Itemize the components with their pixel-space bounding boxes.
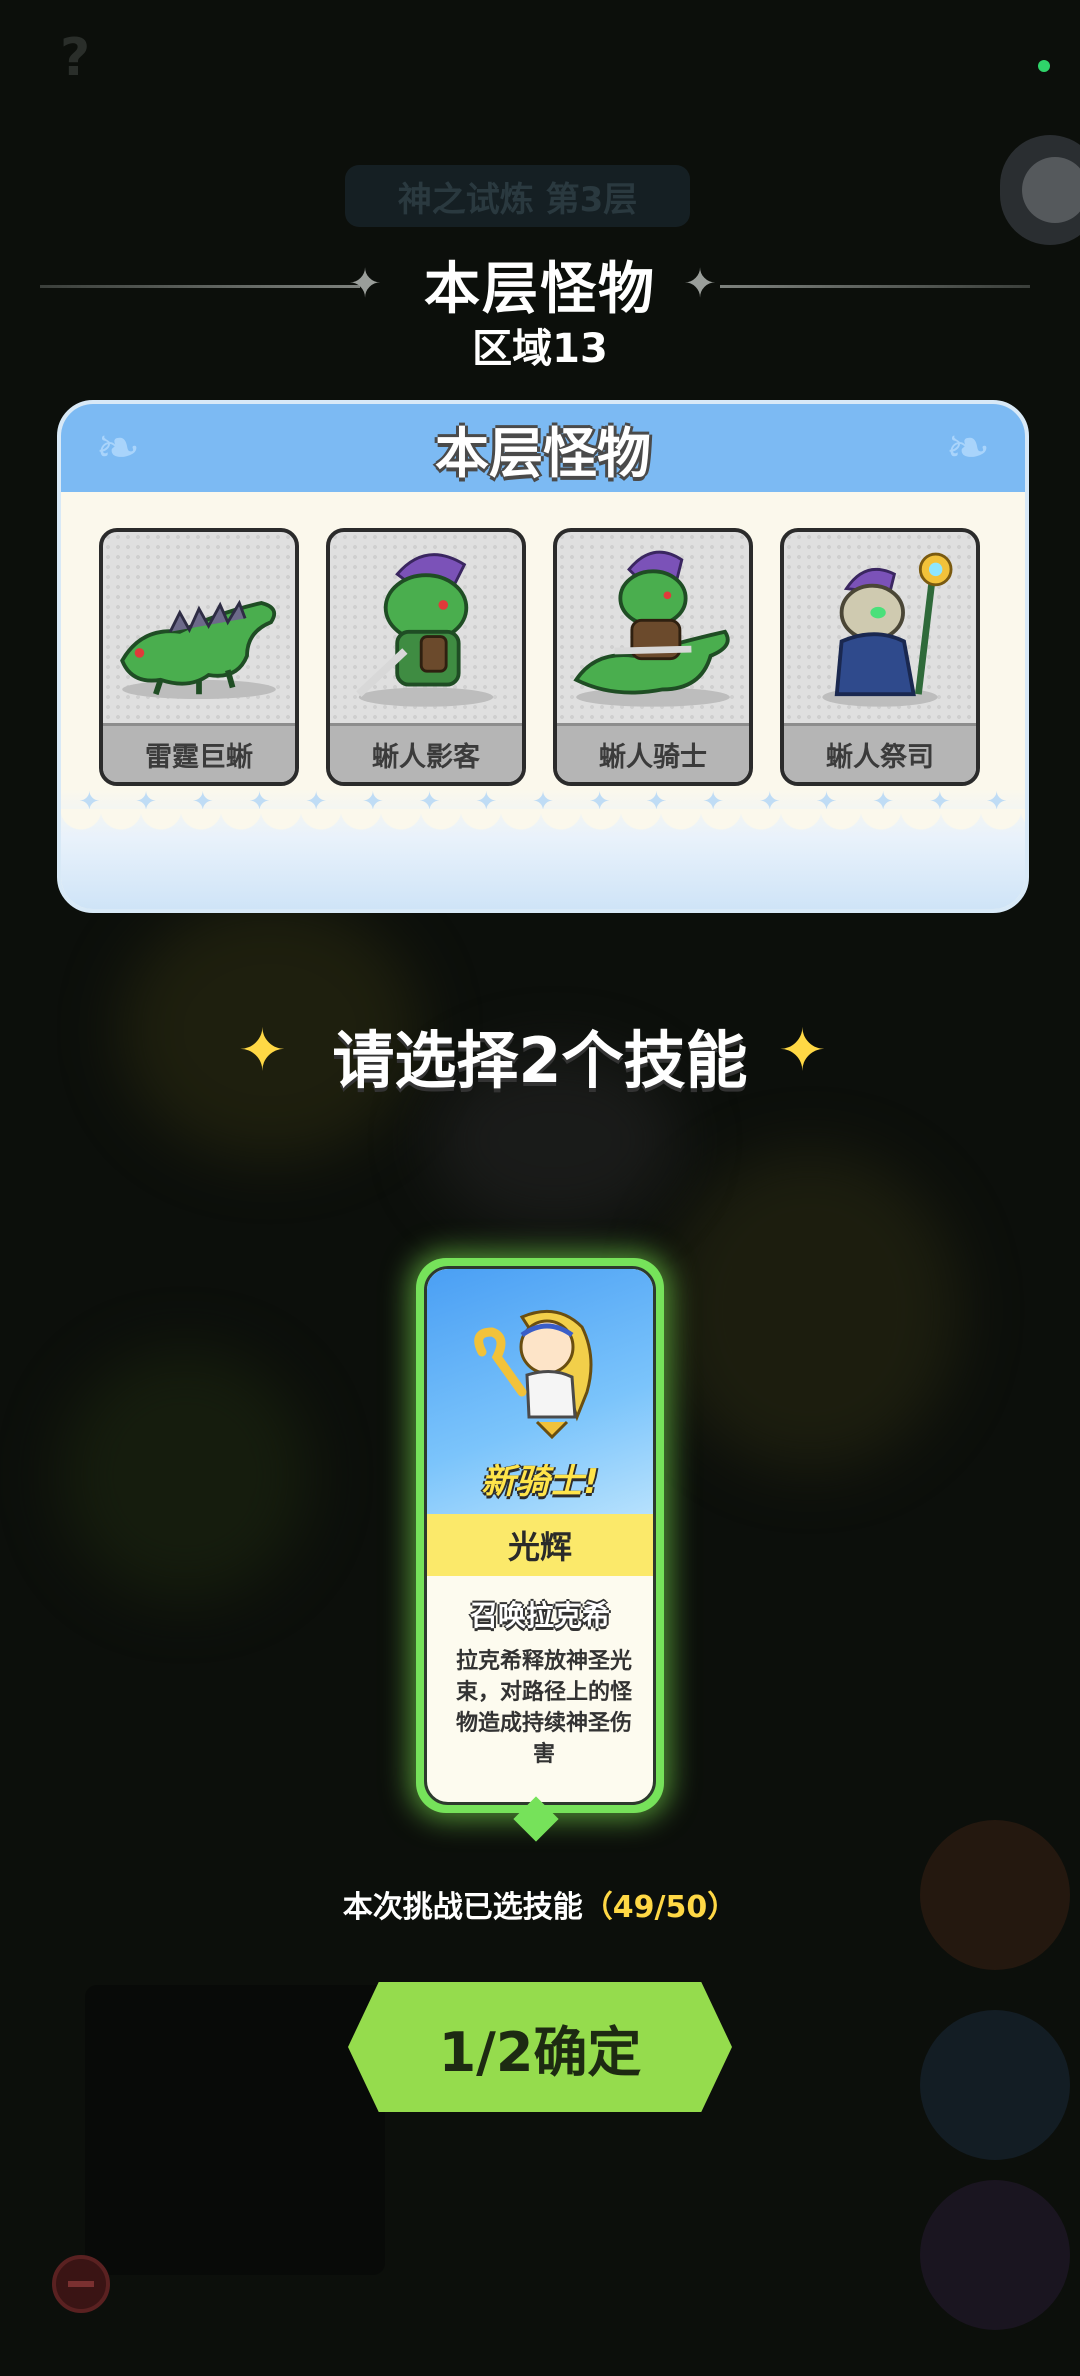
fleur-ornament-icon: ❧ bbox=[945, 416, 991, 479]
skill-progress: 本次挑战已选技能（49/50） bbox=[0, 1882, 1080, 1926]
bottom-panel bbox=[85, 1985, 385, 2275]
skill-card-art-area: 新骑士! bbox=[427, 1269, 653, 1514]
area-label: 区域13 bbox=[472, 326, 608, 372]
exit-icon[interactable] bbox=[52, 2255, 110, 2313]
monster-name: 雷霆巨蜥 bbox=[103, 723, 295, 782]
skill-button[interactable] bbox=[920, 2010, 1070, 2160]
monster-panel-title: 本层怪物 bbox=[435, 421, 651, 485]
monster-card[interactable]: 蜥人骑士 bbox=[553, 528, 753, 786]
skill-new-tag: 新骑士! bbox=[481, 1462, 599, 1502]
monster-panel: ❧ 本层怪物 ❧ 雷霆巨蜥 蜥人影客 蜥人骑士 蜥人祭司 ✦ ✦ ✦ ✦ ✦ ✦… bbox=[57, 400, 1029, 913]
monster-card[interactable]: 雷霆巨蜥 bbox=[99, 528, 299, 786]
lizardman-knight-icon bbox=[573, 550, 730, 707]
skill-card[interactable]: 新骑士! 光辉 召唤拉克希 拉克希释放神圣光束，对路径上的怪物造成持续神圣伤害 bbox=[416, 1258, 664, 1842]
thunder-lizard-icon bbox=[120, 599, 277, 699]
monster-card[interactable]: 蜥人影客 bbox=[326, 528, 526, 786]
help-icon[interactable]: ? bbox=[60, 28, 100, 88]
page-title: 本层怪物 bbox=[424, 257, 656, 322]
stage-label: 神之试炼 第3层 bbox=[345, 165, 690, 227]
lizardman-shadow-icon bbox=[356, 553, 494, 707]
monster-list: 雷霆巨蜥 蜥人影客 蜥人骑士 蜥人祭司 bbox=[99, 528, 999, 788]
monster-name: 蜥人骑士 bbox=[557, 723, 749, 782]
skill-name: 光辉 bbox=[427, 1514, 653, 1576]
progress-label: 本次挑战已选技能 bbox=[342, 1890, 583, 1925]
skill-card-inner: 新骑士! 光辉 召唤拉克希 拉克希释放神圣光束，对路径上的怪物造成持续神圣伤害 bbox=[424, 1266, 656, 1805]
ultimate-button[interactable] bbox=[920, 2180, 1070, 2330]
knight-lakshi-icon bbox=[474, 1309, 593, 1440]
side-toggle-button[interactable] bbox=[1000, 135, 1080, 245]
skill-description: 拉克希释放神圣光束，对路径上的怪物造成持续神圣伤害 bbox=[455, 1649, 632, 1767]
skill-subtitle: 召唤拉克希 bbox=[469, 1599, 610, 1632]
progress-count: （49/50） bbox=[582, 1890, 738, 1925]
lizardman-priest-icon bbox=[822, 552, 953, 707]
monster-name: 蜥人祭司 bbox=[784, 723, 976, 782]
status-indicator bbox=[1038, 60, 1050, 72]
monster-card[interactable]: 蜥人祭司 bbox=[780, 528, 980, 786]
monster-name: 蜥人影客 bbox=[330, 723, 522, 782]
fleur-ornament-icon: ❧ bbox=[95, 416, 141, 479]
toggle-knob bbox=[1022, 157, 1080, 223]
skill-select-title: 请选择2个技能 bbox=[332, 1024, 748, 1097]
sparkle-icon: ✦ bbox=[778, 1016, 827, 1084]
confirm-button[interactable]: 1/2确定 bbox=[348, 1982, 732, 2112]
panel-decor: ✦ ✦ ✦ ✦ ✦ ✦ ✦ ✦ ✦ ✦ ✦ ✦ ✦ ✦ ✦ ✦ ✦ bbox=[61, 787, 1025, 909]
monster-panel-header: ❧ 本层怪物 ❧ bbox=[61, 404, 1025, 492]
scallop-border bbox=[61, 809, 1025, 849]
